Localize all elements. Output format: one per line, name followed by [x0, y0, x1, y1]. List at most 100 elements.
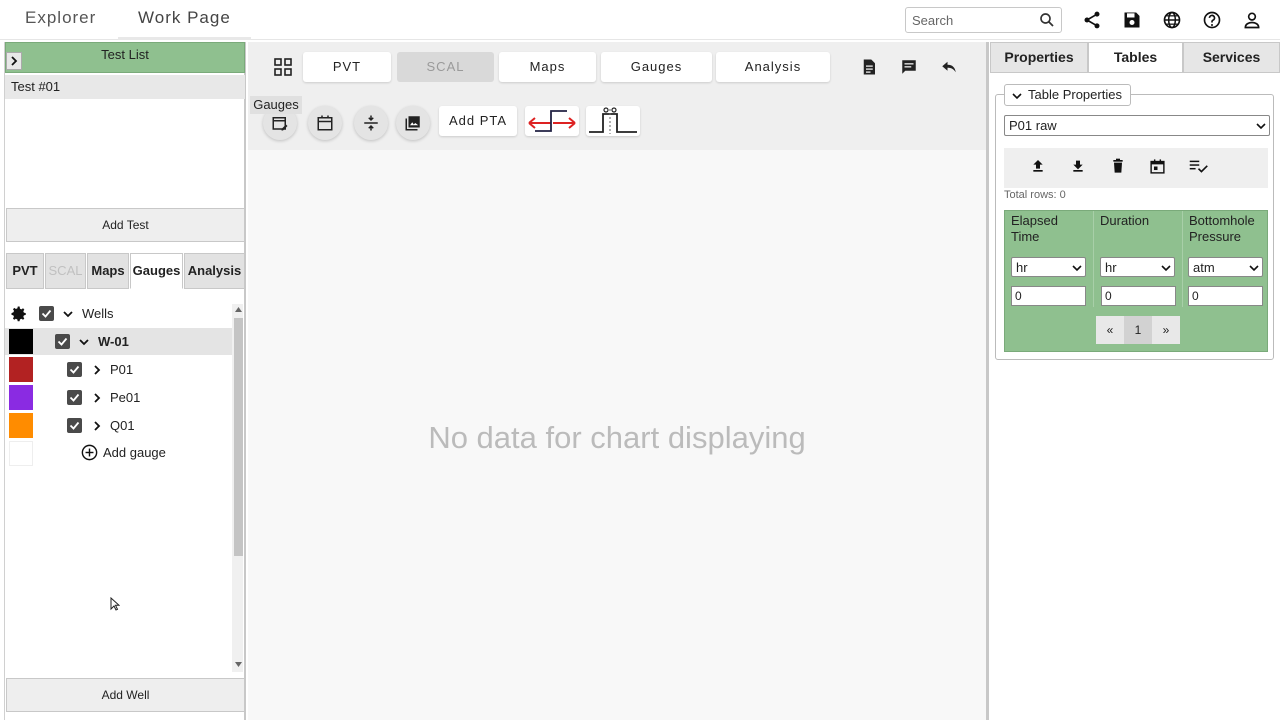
column-header: Elapsed Time — [1011, 213, 1058, 244]
table-toolbar — [1004, 148, 1268, 188]
column-header: Bottomhole Pressure — [1189, 213, 1255, 244]
add-test-button[interactable]: Add Test — [6, 208, 245, 242]
chevron-down-icon — [1012, 93, 1022, 100]
well-checkbox[interactable] — [55, 334, 70, 349]
tree-row-wells[interactable]: Wells — [5, 300, 233, 327]
image-button[interactable] — [396, 106, 430, 140]
tree-label-well: W-01 — [98, 334, 129, 349]
tab-scal: SCAL — [397, 52, 494, 82]
collapse-panel-button[interactable] — [6, 52, 22, 70]
calendar-button[interactable] — [308, 106, 342, 140]
search-icon[interactable] — [1038, 11, 1056, 29]
chart-area: PVT SCAL Maps Gauges Analysis Gauges Add… — [248, 42, 986, 720]
gauge-checkbox[interactable] — [67, 362, 82, 377]
upload-icon[interactable] — [1030, 158, 1046, 174]
download-icon[interactable] — [1070, 158, 1086, 174]
help-icon[interactable] — [1202, 10, 1222, 30]
search-field[interactable] — [905, 7, 1062, 33]
add-pta-button[interactable]: Add PTA — [439, 106, 517, 136]
gauge-checkbox[interactable] — [67, 390, 82, 405]
chevron-down-icon — [1072, 265, 1082, 272]
scrollbar-thumb[interactable] — [234, 318, 243, 556]
left-panel: Test List Test #01 Add Test PVT SCAL Map… — [4, 42, 246, 720]
tree-label-gauge: Q01 — [110, 418, 135, 433]
unit-select-value: hr — [1016, 260, 1028, 275]
grid-icon[interactable] — [274, 58, 292, 76]
calendar-icon[interactable] — [1149, 158, 1166, 175]
delete-icon[interactable] — [1110, 158, 1126, 174]
tab-analysis[interactable]: Analysis — [716, 52, 830, 82]
gauge-color-swatch[interactable] — [9, 385, 33, 410]
tree-label-gauge: Pe01 — [110, 390, 141, 405]
tree-row-gauge[interactable]: Q01 — [5, 412, 233, 439]
gauge-color-swatch[interactable] — [9, 413, 33, 438]
tree-row-gauge[interactable]: P01 — [5, 356, 233, 383]
vertical-align-center-icon — [364, 115, 378, 131]
undo-icon[interactable] — [940, 58, 958, 76]
add-circle-icon[interactable] — [80, 443, 99, 462]
tab-maps[interactable]: Maps — [499, 52, 596, 82]
chevron-right-icon[interactable] — [91, 420, 103, 432]
chevron-right-icon[interactable] — [91, 364, 103, 376]
table-select-value: P01 raw — [1009, 118, 1057, 133]
tab-gauges[interactable]: Gauges — [601, 52, 712, 82]
table-select[interactable]: P01 raw — [1004, 115, 1270, 136]
left-tab-maps[interactable]: Maps — [87, 253, 129, 289]
well-color-swatch[interactable] — [9, 329, 33, 354]
left-sub-tabs: PVT SCAL Maps Gauges Analysis — [5, 253, 245, 289]
table-properties-toggle[interactable]: Table Properties — [1004, 84, 1131, 106]
nav-tab-work-page[interactable]: Work Page — [138, 8, 231, 28]
nav-tab-explorer[interactable]: Explorer — [25, 8, 96, 28]
time-shift-button[interactable] — [525, 106, 579, 136]
gauge-color-swatch[interactable] — [9, 357, 33, 382]
value-input[interactable]: 0 — [1188, 286, 1263, 306]
chevron-right-icon[interactable] — [91, 392, 103, 404]
left-tab-gauges[interactable]: Gauges — [130, 253, 183, 289]
share-icon[interactable] — [1082, 10, 1102, 30]
photo-library-icon — [405, 116, 420, 131]
chevron-down-icon[interactable] — [78, 336, 90, 348]
tab-properties[interactable]: Properties — [990, 42, 1088, 73]
gear-icon[interactable] — [10, 305, 28, 323]
tab-pvt[interactable]: PVT — [303, 52, 391, 82]
test-list-item[interactable]: Test #01 — [5, 75, 245, 99]
value-input[interactable]: 0 — [1101, 286, 1176, 306]
tree-row-well[interactable]: W-01 — [5, 328, 233, 355]
tab-services[interactable]: Services — [1183, 42, 1280, 73]
add-gauge-label[interactable]: Add gauge — [103, 445, 166, 460]
mouse-cursor-icon — [110, 597, 120, 611]
search-input[interactable] — [912, 11, 1032, 29]
globe-icon[interactable] — [1162, 10, 1182, 30]
comment-icon[interactable] — [900, 58, 918, 76]
document-icon[interactable] — [860, 58, 878, 76]
add-well-button[interactable]: Add Well — [6, 678, 245, 712]
tree-label-wells: Wells — [82, 306, 114, 321]
pager-prev[interactable]: « — [1096, 316, 1124, 344]
pager-next[interactable]: » — [1152, 316, 1180, 344]
add-gauge-row[interactable]: Add gauge — [5, 440, 233, 467]
left-tab-pvt[interactable]: PVT — [6, 253, 44, 289]
scroll-down-icon — [235, 662, 242, 667]
unit-select[interactable]: hr — [1011, 257, 1086, 277]
wells-checkbox[interactable] — [39, 306, 54, 321]
tab-tables[interactable]: Tables — [1088, 42, 1183, 73]
left-tab-analysis[interactable]: Analysis — [184, 253, 245, 289]
chevron-down-icon[interactable] — [62, 308, 74, 320]
chevron-down-icon — [1256, 123, 1266, 130]
unit-select[interactable]: atm — [1188, 257, 1263, 277]
gauges-tooltip: Gauges — [250, 96, 302, 114]
cut-signal-button[interactable] — [586, 106, 640, 136]
pager-page[interactable]: 1 — [1124, 316, 1152, 344]
gauge-checkbox[interactable] — [67, 418, 82, 433]
unit-select[interactable]: hr — [1100, 257, 1175, 277]
playlist-check-icon[interactable] — [1189, 158, 1208, 175]
unit-select-value: hr — [1105, 260, 1117, 275]
user-icon[interactable] — [1242, 10, 1262, 30]
tree-scrollbar[interactable] — [232, 304, 243, 672]
column-divider — [1093, 211, 1094, 307]
tree-row-gauge[interactable]: Pe01 — [5, 384, 233, 411]
value-input[interactable]: 0 — [1011, 286, 1086, 306]
compress-button[interactable] — [354, 106, 388, 140]
calendar-icon — [317, 115, 333, 131]
save-icon[interactable] — [1122, 10, 1142, 30]
